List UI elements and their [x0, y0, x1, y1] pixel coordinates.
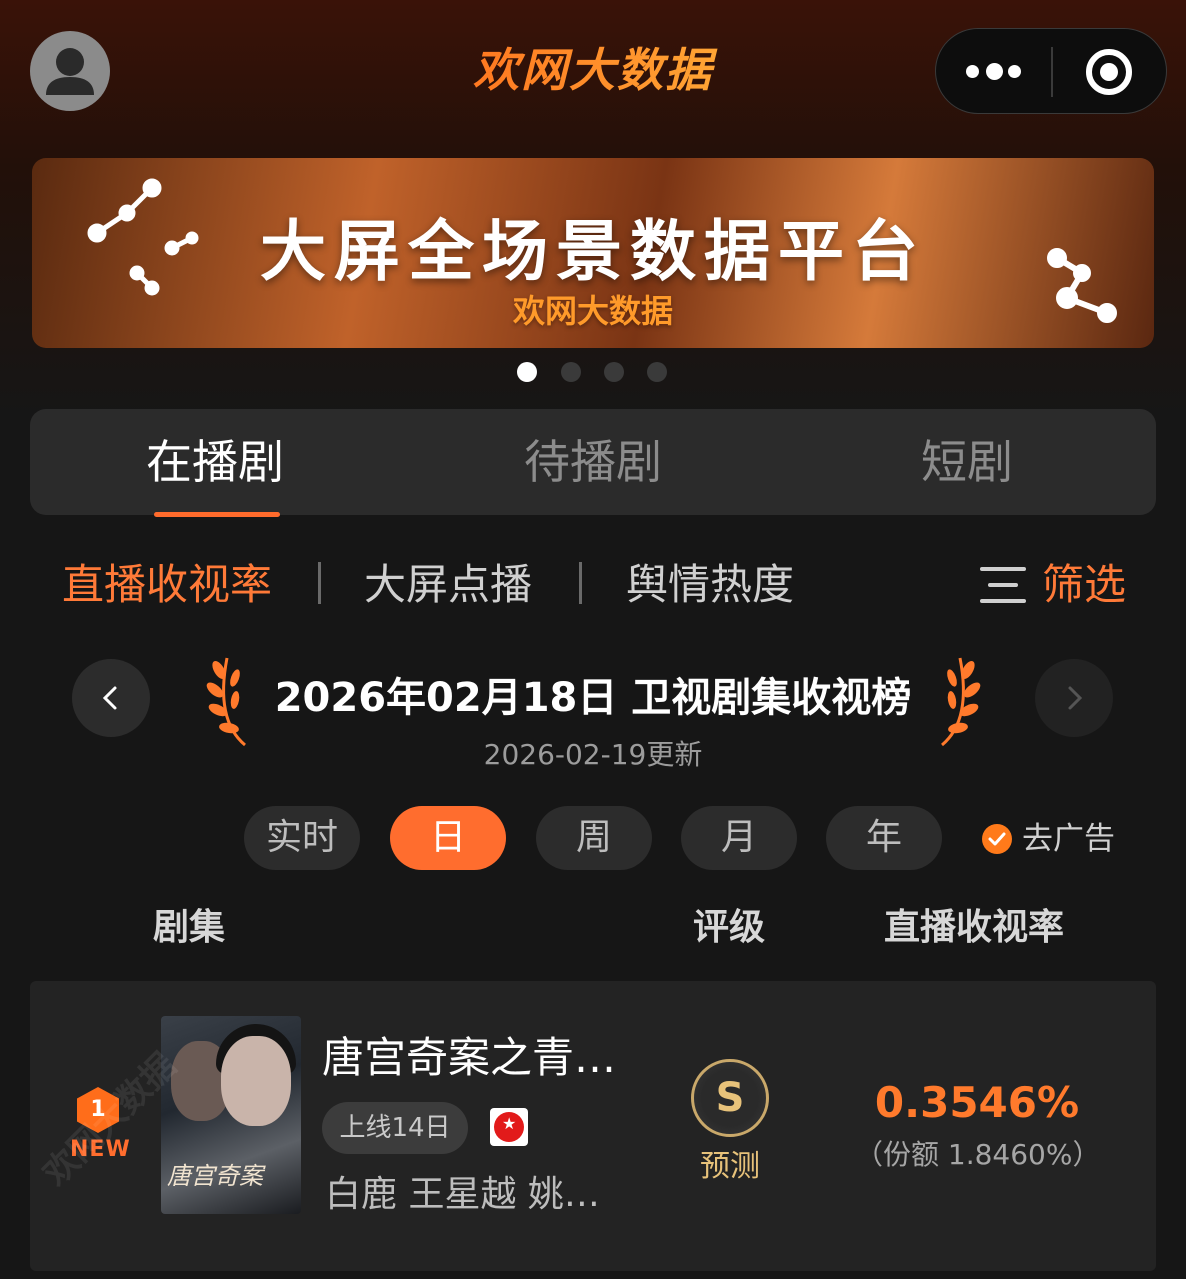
chevron-left-icon: [102, 686, 117, 710]
category-tabs: 在播剧 待播剧 短剧: [30, 409, 1156, 517]
update-time: 2026-02-19更新: [483, 738, 703, 771]
promo-banner[interactable]: 大屏全场景数据平台 欢网大数据: [32, 158, 1154, 348]
subtab-buzz[interactable]: 舆情热度: [626, 555, 794, 615]
rating-value: 0.3546%: [874, 1078, 1080, 1127]
pager-dot[interactable]: [604, 362, 624, 382]
period-year[interactable]: 年: [826, 806, 942, 870]
close-target-icon[interactable]: [1086, 49, 1132, 95]
grade-badge: S: [691, 1059, 769, 1137]
tab-short-drama[interactable]: 短剧: [842, 409, 1092, 515]
banner-pager: [517, 362, 677, 382]
active-tab-indicator: [154, 512, 280, 517]
column-header-grade: 评级: [693, 907, 766, 948]
poster-title-art: 唐宫奇案: [167, 1162, 263, 1190]
period-realtime[interactable]: 实时: [244, 806, 360, 870]
period-month[interactable]: 月: [681, 806, 797, 870]
tab-airing[interactable]: 在播剧: [90, 409, 340, 515]
column-header-show: 剧集: [153, 907, 226, 948]
show-cast: 白鹿 王星越 姚…: [325, 1174, 600, 1215]
check-icon: [982, 824, 1012, 854]
remove-ads-label: 去广告: [1022, 821, 1115, 857]
subtab-divider: [579, 562, 582, 604]
column-header-rating[interactable]: 直播收视率: [884, 900, 1064, 956]
period-day[interactable]: 日: [390, 806, 506, 870]
prev-day-button[interactable]: [72, 659, 150, 737]
subtab-vod[interactable]: 大屏点播: [364, 555, 532, 615]
mini-program-capsule: [935, 28, 1167, 114]
pager-dot[interactable]: [647, 362, 667, 382]
banner-subtitle: 欢网大数据: [512, 292, 673, 330]
pager-dot[interactable]: [517, 362, 537, 382]
share-value: （份额 1.8460%）: [855, 1138, 1101, 1171]
days-online-badge: 上线14日: [322, 1102, 468, 1154]
filter-label: 筛选: [1042, 560, 1127, 609]
poster-figure: [221, 1036, 291, 1126]
next-day-button[interactable]: [1035, 659, 1113, 737]
app-title: 欢网大数据: [393, 40, 793, 100]
capsule-divider: [1051, 47, 1053, 97]
filter-icon: [980, 565, 1028, 605]
dragon-tv-icon: ★: [490, 1108, 528, 1146]
show-title[interactable]: 唐宫奇案之青…: [322, 1030, 642, 1086]
ranking-title[interactable]: 2026年02月18日 卫视剧集收视榜: [200, 668, 986, 728]
chevron-right-icon: [1068, 686, 1083, 710]
remove-ads-toggle[interactable]: 去广告: [982, 813, 1122, 863]
grade-note: 预测: [700, 1149, 760, 1184]
pager-dot[interactable]: [561, 362, 581, 382]
filter-button[interactable]: 筛选: [980, 555, 1140, 615]
user-avatar-icon[interactable]: [30, 31, 110, 111]
show-poster[interactable]: 唐宫奇案: [161, 1016, 301, 1214]
more-icon[interactable]: [966, 57, 1026, 87]
period-week[interactable]: 周: [536, 806, 652, 870]
subtab-live-rating[interactable]: 直播收视率: [62, 555, 272, 615]
tab-upcoming[interactable]: 待播剧: [468, 409, 718, 515]
subtab-divider: [318, 562, 321, 604]
banner-headline: 大屏全场景数据平台: [260, 213, 926, 290]
